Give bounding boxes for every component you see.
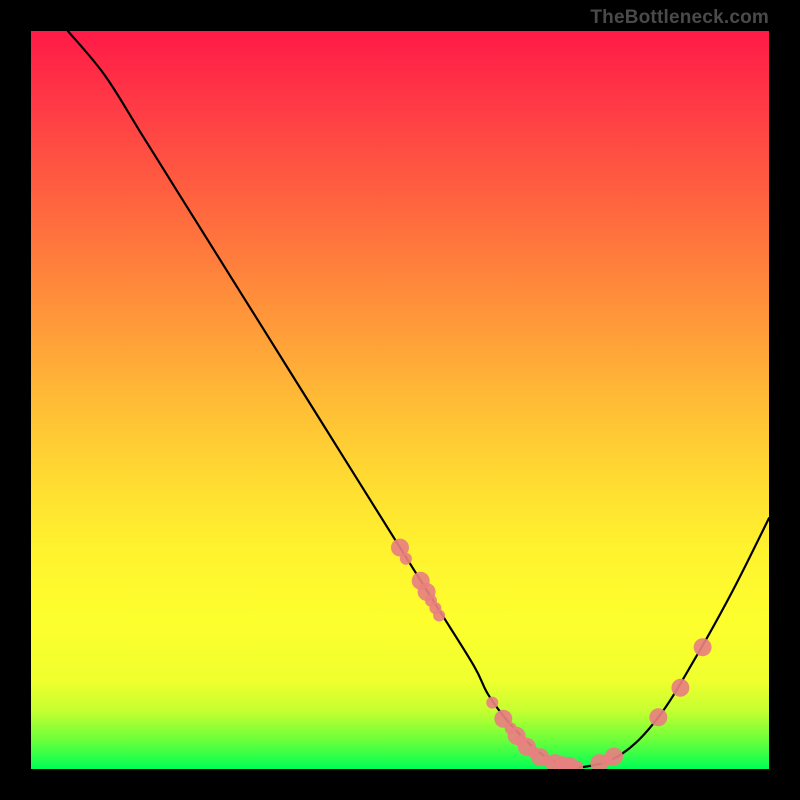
data-point: [486, 697, 498, 709]
data-point: [671, 679, 689, 697]
chart-frame: TheBottleneck.com: [0, 0, 800, 800]
chart-overlay: [31, 31, 769, 769]
curve-line: [68, 31, 769, 767]
data-point: [649, 708, 667, 726]
data-point: [400, 553, 412, 565]
data-point: [605, 748, 623, 766]
attribution-text: TheBottleneck.com: [590, 7, 769, 29]
data-point: [694, 638, 712, 656]
data-point: [433, 610, 445, 622]
scatter-points: [391, 539, 712, 769]
